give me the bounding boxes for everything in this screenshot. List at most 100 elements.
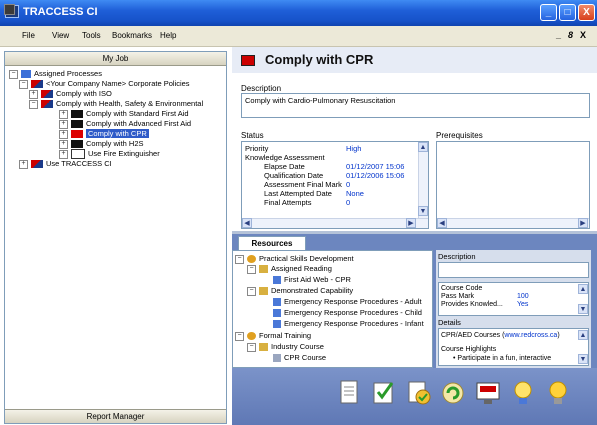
resource-description-field[interactable] xyxy=(438,262,589,278)
tree-node-fire-extinguisher[interactable]: + Use Fire Extinguisher xyxy=(59,149,160,160)
tree-node-assigned-processes[interactable]: − Assigned Processes xyxy=(9,69,102,79)
scroll-left-icon[interactable]: ◀ xyxy=(437,218,447,228)
status-value: 0 xyxy=(346,180,351,189)
document-icon xyxy=(273,320,281,329)
tree-node-assigned-reading[interactable]: − Assigned Reading xyxy=(247,264,332,274)
tree-node-comply-hse[interactable]: − Comply with Health, Safety & Environmen… xyxy=(29,99,203,109)
scroll-right-icon[interactable]: ▶ xyxy=(406,218,416,228)
scroll-down-icon[interactable]: ▼ xyxy=(578,304,588,314)
details-box[interactable]: CPR/AED Courses (www.redcross.ca) Course… xyxy=(438,328,589,366)
mdi-restore-button[interactable]: 8 xyxy=(568,30,573,40)
window-title: TRACCESS CI xyxy=(23,6,98,18)
tree-node-standard-first-aid[interactable]: + Comply with Standard First Aid xyxy=(59,109,189,119)
status-value: 0 xyxy=(346,198,351,207)
tab-resources[interactable]: Resources xyxy=(238,236,306,250)
reading-icon xyxy=(259,265,268,274)
tree-node-use-traccess[interactable]: + Use TRACCESS CI xyxy=(19,159,112,169)
property-key: Pass Mark xyxy=(441,293,475,300)
tree-node-cpr-course[interactable]: CPR Course xyxy=(273,353,326,363)
menu-bookmarks[interactable]: Bookmarks xyxy=(112,31,152,40)
vertical-scrollbar[interactable]: ▲ ▼ xyxy=(418,142,428,218)
description-field[interactable]: Comply with Cardio-Pulmonary Resuscitati… xyxy=(241,93,590,118)
expand-icon[interactable]: + xyxy=(19,159,28,169)
collapse-icon[interactable]: − xyxy=(247,286,256,296)
scroll-left-icon[interactable]: ◀ xyxy=(242,218,252,228)
idea-icon[interactable] xyxy=(544,378,572,408)
status-key: Final Attempts xyxy=(264,198,312,207)
scroll-down-icon[interactable]: ▼ xyxy=(578,354,588,364)
menu-help[interactable]: Help xyxy=(160,31,176,40)
status-key: Assessment Final Mark xyxy=(264,180,342,189)
document-icon[interactable] xyxy=(335,378,363,408)
tree-node-comply-h2s[interactable]: + Comply with H2S xyxy=(59,139,144,149)
scroll-right-icon[interactable]: ▶ xyxy=(578,218,588,228)
tree-node-erp-child[interactable]: Emergency Response Procedures - Child xyxy=(273,308,422,318)
resource-properties[interactable]: Course Code Pass Mark 100 Provides Knowl… xyxy=(438,282,589,316)
expand-icon[interactable]: + xyxy=(59,109,68,119)
checklist-icon[interactable] xyxy=(370,378,398,408)
tree-node-advanced-first-aid[interactable]: + Comply with Advanced First Aid xyxy=(59,119,191,129)
resource-details-panel: Description Course Code Pass Mark 100 Pr… xyxy=(436,250,591,368)
close-button[interactable]: X xyxy=(578,4,595,21)
detail-header: Comply with CPR xyxy=(232,47,597,73)
tree-node-first-aid-web[interactable]: First Aid Web - CPR xyxy=(273,275,351,285)
tree-node-erp-infant[interactable]: Emergency Response Procedures - Infant xyxy=(273,319,424,329)
my-job-header[interactable]: My Job xyxy=(5,52,226,66)
help-bulb-icon[interactable] xyxy=(509,378,537,408)
minimize-button[interactable]: _ xyxy=(540,4,557,21)
tree-node-comply-iso[interactable]: + Comply with ISO xyxy=(29,89,112,99)
course-highlights-label: Course Highlights xyxy=(441,346,497,353)
expand-icon[interactable]: + xyxy=(59,149,68,159)
scroll-up-icon[interactable]: ▲ xyxy=(578,284,588,294)
action-toolbar xyxy=(232,368,597,425)
expand-icon[interactable]: + xyxy=(59,119,68,129)
tree-node-demonstrated-capability[interactable]: − Demonstrated Capability xyxy=(247,286,353,296)
collapse-icon[interactable]: − xyxy=(247,264,256,274)
collapse-icon[interactable]: − xyxy=(247,342,256,352)
expand-icon[interactable]: + xyxy=(59,129,68,139)
refresh-icon[interactable] xyxy=(439,378,467,408)
mdi-close-button[interactable]: X xyxy=(580,30,586,40)
document-menu-icon[interactable] xyxy=(4,4,15,15)
description-label: Description xyxy=(241,84,282,93)
tree-node-industry-course[interactable]: − Industry Course xyxy=(247,342,324,352)
collapse-icon[interactable]: − xyxy=(9,69,18,79)
horizontal-scrollbar[interactable]: ◀ ▶ xyxy=(242,218,428,228)
policy-folder-icon xyxy=(31,80,43,89)
details-label: Details xyxy=(438,318,461,327)
status-label: Status xyxy=(241,131,264,140)
collapse-icon[interactable]: − xyxy=(235,331,244,341)
tree-node-formal-training[interactable]: − Formal Training xyxy=(235,331,311,341)
training-icon xyxy=(247,332,256,341)
process-icon xyxy=(71,110,83,119)
resources-tree[interactable]: − Practical Skills Development − Assigned … xyxy=(232,250,433,368)
property-key: Course Code xyxy=(441,285,483,292)
property-key: Provides Knowled... xyxy=(441,301,503,308)
process-icon xyxy=(71,130,83,139)
prerequisites-list[interactable]: ◀ ▶ xyxy=(436,141,590,229)
monitor-icon[interactable] xyxy=(474,378,502,408)
horizontal-scrollbar[interactable]: ◀ ▶ xyxy=(437,218,589,228)
redcross-link[interactable]: www.redcross.ca xyxy=(504,332,557,339)
scroll-up-icon[interactable]: ▲ xyxy=(418,142,428,152)
tree-node-erp-adult[interactable]: Emergency Response Procedures - Adult xyxy=(273,297,422,307)
collapse-icon[interactable]: − xyxy=(19,79,28,89)
menu-file[interactable]: File xyxy=(22,31,35,40)
collapse-icon[interactable]: − xyxy=(235,254,244,264)
mdi-minimize-button[interactable]: _ xyxy=(556,30,561,40)
status-list[interactable]: Priority High Knowledge Assessment Elaps… xyxy=(241,141,429,229)
tree-node-corporate-policies[interactable]: − <Your Company Name> Corporate Policies xyxy=(19,79,190,89)
menu-tools[interactable]: Tools xyxy=(82,31,101,40)
scroll-up-icon[interactable]: ▲ xyxy=(578,330,588,340)
tree-node-comply-cpr[interactable]: + Comply with CPR xyxy=(59,129,149,139)
menu-view[interactable]: View xyxy=(52,31,69,40)
scroll-down-icon[interactable]: ▼ xyxy=(418,206,428,216)
expand-icon[interactable]: + xyxy=(59,139,68,149)
policy-folder-icon xyxy=(31,160,43,169)
maximize-button[interactable]: □ xyxy=(559,4,576,21)
report-manager-bar[interactable]: Report Manager xyxy=(5,409,226,423)
approve-document-icon[interactable] xyxy=(405,378,433,408)
expand-icon[interactable]: + xyxy=(29,89,38,99)
tree-node-practical-skills[interactable]: − Practical Skills Development xyxy=(235,254,354,264)
collapse-icon[interactable]: − xyxy=(29,99,38,109)
